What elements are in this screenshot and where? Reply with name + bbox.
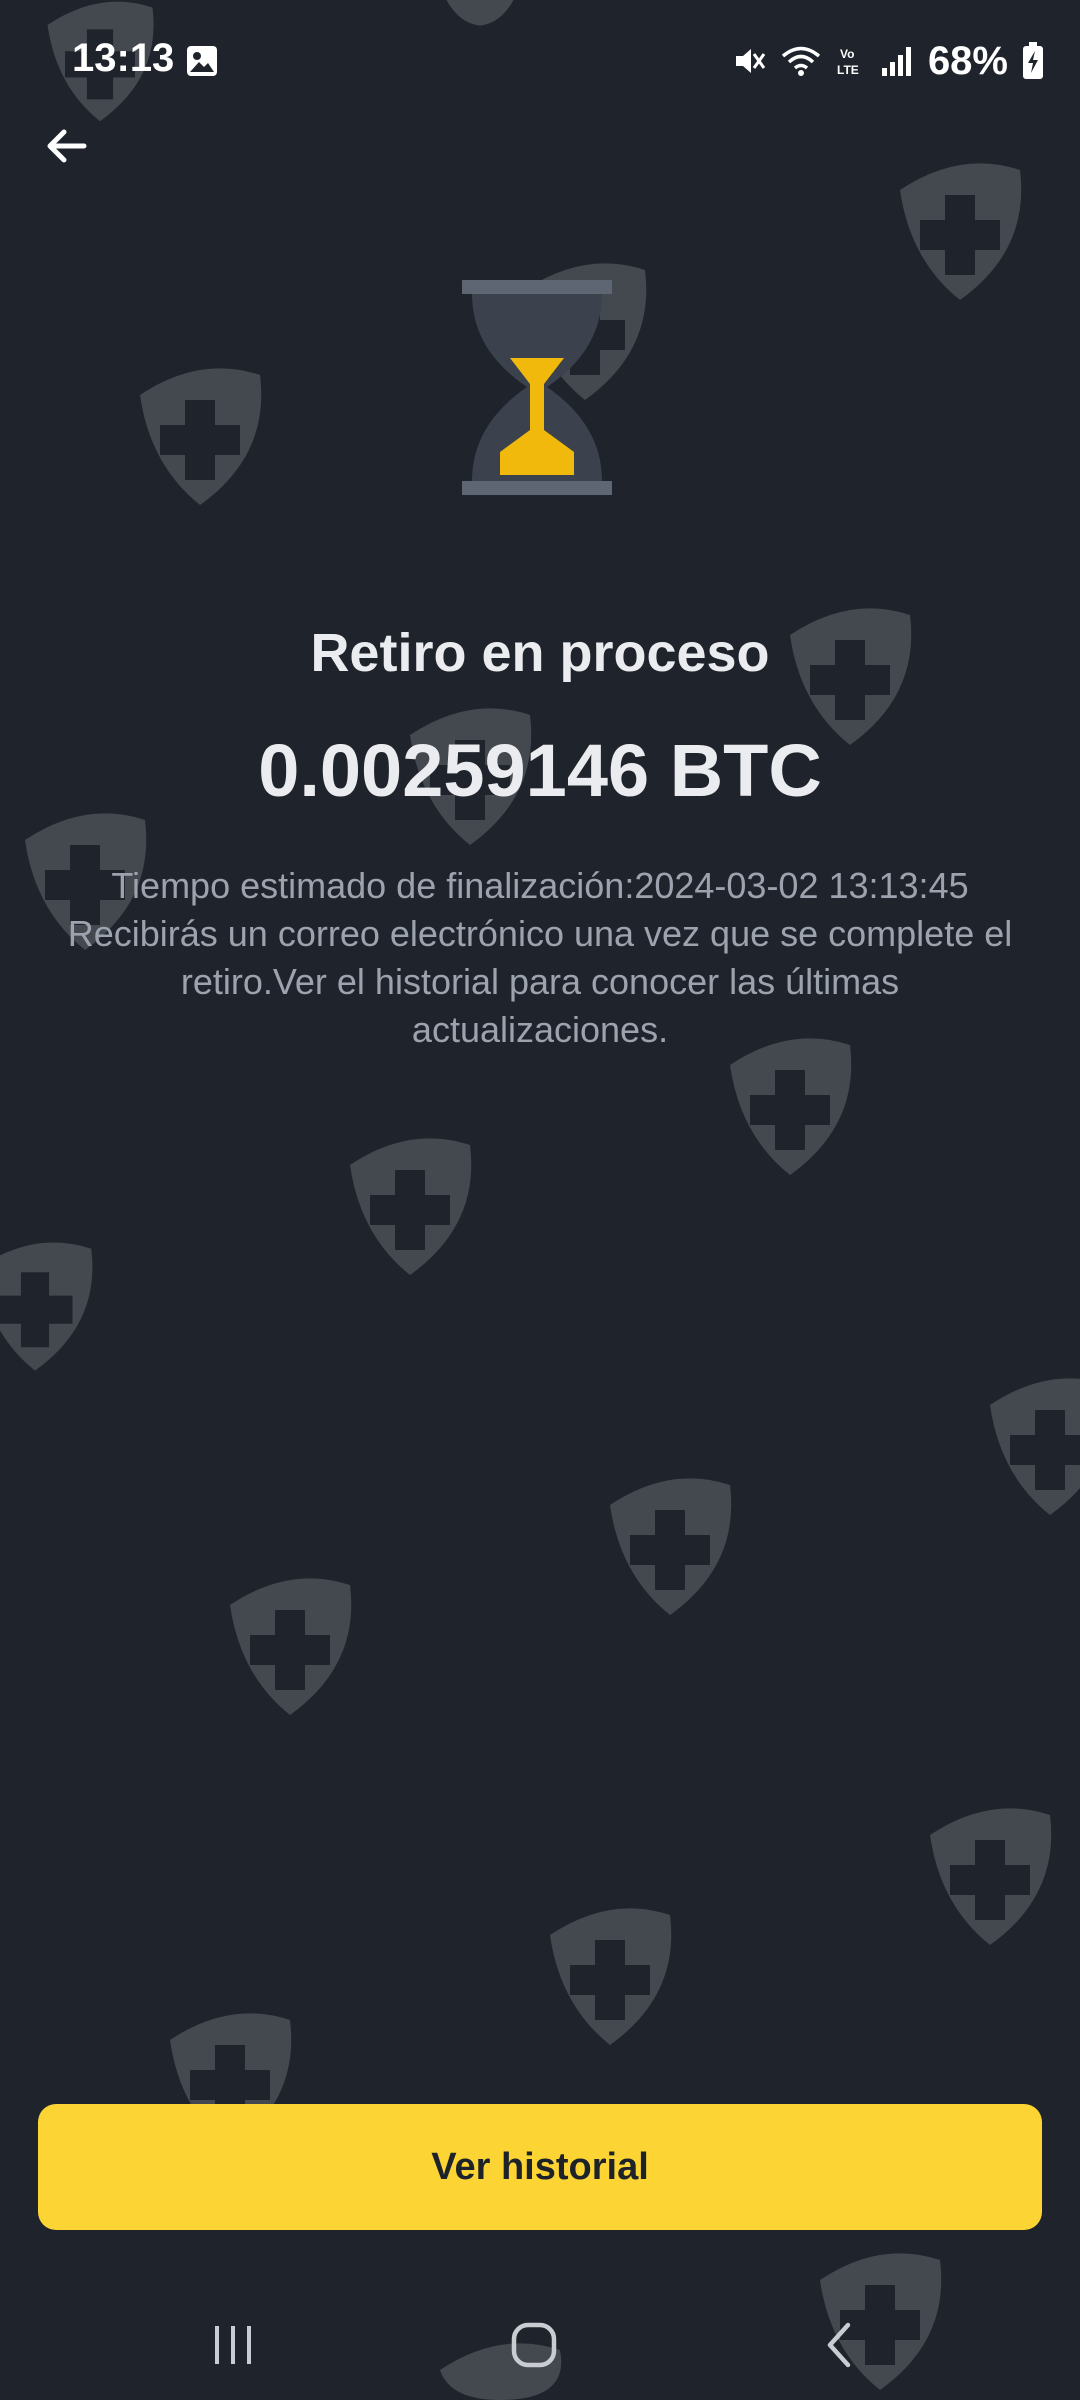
home-button[interactable] (494, 2310, 574, 2380)
shield-icon (990, 1378, 1080, 1515)
hourglass-icon (462, 280, 612, 495)
shield-icon (900, 163, 1022, 300)
shield-icon (930, 1808, 1052, 1945)
status-bar: 13:13 Vo LTE 68% (0, 0, 1080, 120)
recent-apps-button[interactable] (193, 2310, 273, 2380)
shield-icon (610, 1478, 732, 1615)
shield-icon (230, 1578, 352, 1715)
recent-apps-icon (215, 2326, 251, 2364)
home-icon (511, 2322, 557, 2368)
view-history-button[interactable]: Ver historial (38, 2104, 1042, 2230)
svg-text:LTE: LTE (837, 63, 859, 77)
wifi-icon (781, 46, 821, 76)
estimated-time-text: Tiempo estimado de finalización:2024-03-… (111, 865, 969, 906)
gallery-icon (187, 46, 217, 76)
system-back-button[interactable] (800, 2310, 880, 2380)
battery-icon (1023, 42, 1043, 79)
battery-percentage: 68% (927, 38, 1008, 83)
shield-icon (140, 368, 262, 505)
arrow-left-icon (47, 129, 87, 163)
back-button[interactable] (38, 118, 94, 174)
page-title: Retiro en proceso (310, 623, 770, 683)
status-icons: Vo LTE 68% (732, 36, 1044, 86)
status-time: 13:13 (72, 36, 175, 80)
withdrawal-amount: 0.00259146 BTC (258, 729, 822, 812)
shield-icon (0, 1242, 93, 1371)
mute-icon (735, 49, 766, 73)
back-icon (827, 2322, 851, 2368)
signal-icon (881, 47, 911, 76)
svg-text:Vo: Vo (840, 47, 854, 61)
shield-icon (550, 1908, 672, 2045)
volte-icon: Vo LTE (837, 47, 859, 77)
withdrawal-info: Tiempo estimado de finalización:2024-03-… (60, 862, 1020, 1054)
navigation-bar (0, 2280, 1080, 2400)
shield-icon (350, 1138, 472, 1275)
withdrawal-message: Recibirás un correo electrónico una vez … (67, 913, 1013, 1050)
